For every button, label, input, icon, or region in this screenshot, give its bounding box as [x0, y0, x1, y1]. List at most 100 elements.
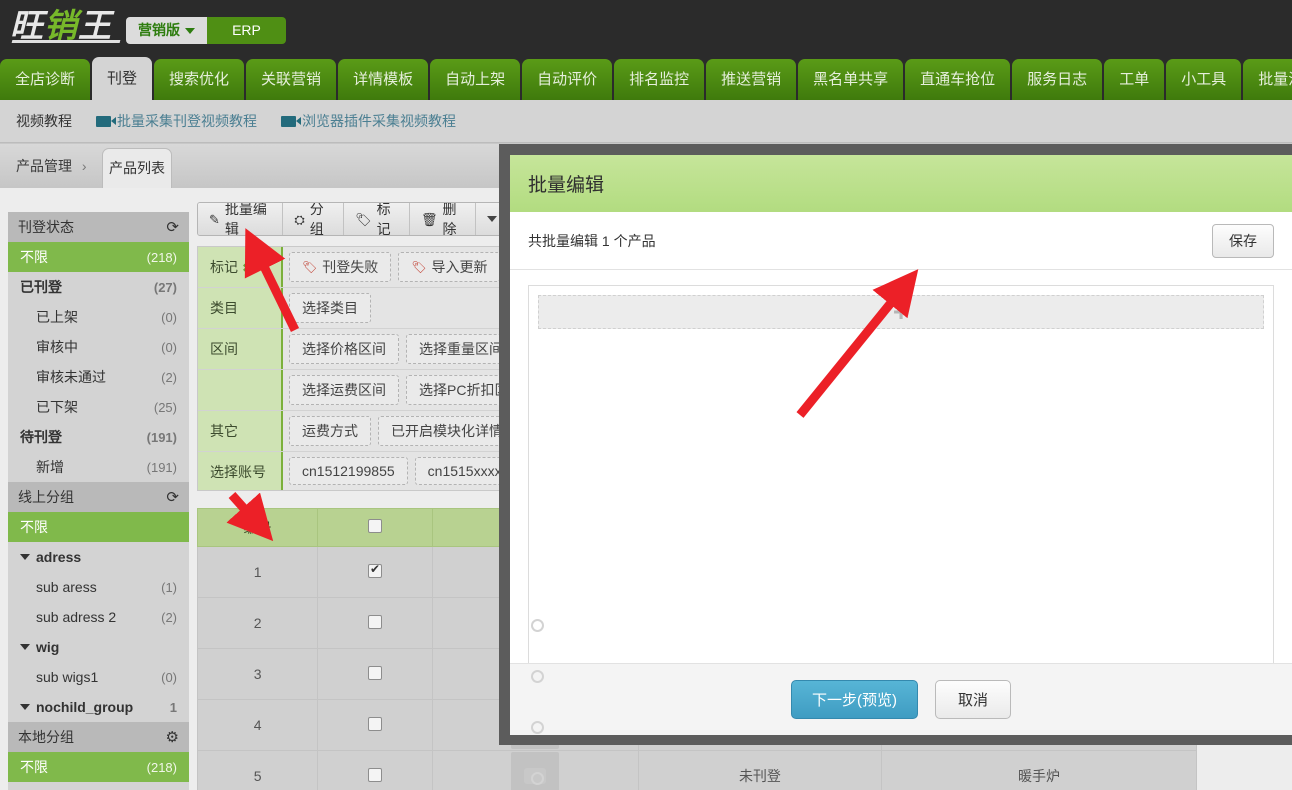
sidebar-item-0-6[interactable]: 待刊登 (191): [8, 422, 189, 452]
toolbar-button-3[interactable]: 🗑 删除: [410, 203, 476, 235]
row-number: 3: [196, 648, 319, 700]
nav-tab-5[interactable]: 自动上架: [430, 59, 521, 100]
version-switcher[interactable]: 营销版: [126, 17, 207, 44]
filter-chip-5-0[interactable]: cn1512199855: [289, 457, 408, 485]
page-tab-product-list[interactable]: 产品列表: [102, 148, 172, 188]
nav-tab-8[interactable]: 推送营销: [706, 59, 797, 100]
caret-down-icon[interactable]: [20, 704, 30, 710]
nav-tab-10[interactable]: 直通车抢位: [905, 59, 1011, 100]
nav-tab-9[interactable]: 黑名单共享: [798, 59, 904, 100]
toolbar-button-label: 删除: [442, 202, 457, 236]
sidebar-item-1-3[interactable]: sub adress 2 (2): [8, 602, 189, 632]
nav-tab-7[interactable]: 排名监控: [614, 59, 705, 100]
sidebar-item-1-0[interactable]: 不限: [8, 512, 189, 542]
sidebar-item-1-2[interactable]: sub aress (1): [8, 572, 189, 602]
sidebar-item-1-6[interactable]: nochild_group 1: [8, 692, 189, 722]
row-select-checkbox[interactable]: [367, 716, 382, 731]
sidebar-item-label: adress: [36, 549, 82, 565]
app-header: 旺销王 营销版 ERP 全店诊断 刊登 搜索优化 关联营销 详情模板 自动上架 自动评价 排名…: [0, 0, 1292, 100]
filter-chip-label: 运费方式: [302, 423, 358, 439]
tutorial-link-1[interactable]: 批量采集刊登视频教程: [96, 111, 257, 131]
filter-chip-0-1[interactable]: 🏷 导入更新: [398, 252, 501, 282]
sidebar-item-label: nochild_group: [36, 699, 134, 715]
filter-chip-2-0[interactable]: 选择价格区间: [289, 334, 399, 364]
sidebar-item-0-1[interactable]: 已刊登 (27): [8, 272, 189, 302]
sidebar-item-1-5[interactable]: sub wigs1 (0): [8, 662, 189, 692]
sidebar: 刊登状态 ⟳ 不限 (218) 已刊登 (27) 已上架 (0) 审核中 (0) 审核未通过 (2) 已…: [8, 212, 189, 790]
add-edit-rule-button[interactable]: +: [538, 295, 1264, 329]
erp-button[interactable]: ERP: [207, 17, 286, 44]
row-select-checkbox[interactable]: [367, 767, 382, 782]
filter-chip-label: cn1512199855: [302, 463, 395, 479]
nav-tab-2[interactable]: 搜索优化: [154, 59, 245, 100]
sidebar-item-0-0[interactable]: 不限 (218): [8, 242, 189, 272]
filter-label-text: 类目: [210, 300, 238, 316]
filter-chip-0-0[interactable]: 🏷 刊登失败: [289, 252, 392, 282]
nav-tab-1[interactable]: 刊登: [92, 57, 153, 100]
nav-tab-11[interactable]: 服务日志: [1012, 59, 1103, 100]
nav-tab-3[interactable]: 关联营销: [246, 59, 337, 100]
filter-chip-4-0[interactable]: 运费方式: [289, 416, 371, 446]
row-select-checkbox[interactable]: [367, 614, 382, 629]
filter-chip-label: 已开启模块化详情: [391, 423, 503, 439]
toolbar-button-2[interactable]: 🏷 标记: [344, 203, 411, 235]
sidebar-item-0-2[interactable]: 已上架 (0): [8, 302, 189, 332]
breadcrumb: 产品管理 ›: [16, 156, 93, 176]
logo-underline: [11, 40, 121, 43]
sidebar-item-0-4[interactable]: 审核未通过 (2): [8, 362, 189, 392]
row-select-checkbox[interactable]: [367, 665, 382, 680]
nav-tab-0[interactable]: 全店诊断: [0, 59, 91, 100]
sidebar-item-label: sub adress 2: [36, 609, 117, 625]
breadcrumb-root[interactable]: 产品管理: [16, 158, 72, 174]
sidebar-item-0-7[interactable]: 新增 (191): [8, 452, 189, 482]
sidebar-item-count: (0): [161, 309, 177, 325]
nav-tab-4[interactable]: 详情模板: [338, 59, 429, 100]
sidebar-item-2-0[interactable]: 不限 (218): [8, 752, 189, 782]
sidebar-item-count: (218): [146, 759, 177, 775]
filter-label-text: 其它: [210, 423, 238, 439]
sidebar-item-label: 待刊登: [20, 429, 62, 445]
toolbar-button-1[interactable]: ⛭ 分组: [283, 203, 345, 235]
sidebar-item-0-3[interactable]: 审核中 (0): [8, 332, 189, 362]
nav-tab-12[interactable]: 工单: [1104, 59, 1165, 100]
sidebar-section-header-1: 线上分组 ⟳: [8, 482, 189, 512]
filter-chip-label: 选择价格区间: [302, 341, 386, 357]
nav-tab-13[interactable]: 小工具: [1166, 59, 1242, 100]
sidebar-item-count: 1: [169, 699, 177, 715]
row-select-checkbox[interactable]: [367, 562, 382, 578]
sidebar-section-title: 刊登状态: [18, 219, 74, 235]
sidebar-item-label: 已刊登: [20, 279, 62, 295]
sidebar-section-header-2: 本地分组 ⚙: [8, 722, 189, 752]
caret-down-icon[interactable]: [20, 554, 30, 560]
sidebar-item-count: (191): [146, 429, 177, 445]
gear-icon[interactable]: ⚙: [166, 728, 179, 746]
refresh-icon[interactable]: ⟳: [166, 218, 179, 236]
video-icon: [281, 115, 301, 127]
table-row[interactable]: 5 未刊登 暖手炉: [196, 750, 1197, 790]
filter-chip-1-0[interactable]: 选择类目: [289, 293, 371, 323]
sidebar-item-count: (0): [161, 339, 177, 355]
nav-tab-6[interactable]: 自动评价: [522, 59, 613, 100]
filter-row-label-4: 其它: [198, 411, 283, 451]
filter-chip-4-1[interactable]: 已开启模块化详情: [378, 416, 516, 446]
next-preview-button[interactable]: 下一步(预览): [790, 680, 918, 719]
sidebar-item-1-1[interactable]: adress: [8, 542, 189, 572]
tutorial-label: 视频教程: [16, 113, 72, 129]
toolbar-button-0[interactable]: ✎ 批量编辑: [198, 203, 284, 235]
sidebar-item-count: (27): [153, 279, 177, 295]
sidebar-item-0-5[interactable]: 已下架 (25): [8, 392, 189, 422]
tutorial-link-2[interactable]: 浏览器插件采集视频教程: [281, 111, 456, 131]
filter-label-text: 选择账号: [210, 464, 266, 480]
save-button[interactable]: 保存: [1212, 223, 1274, 258]
caret-down-icon[interactable]: [20, 644, 30, 650]
sidebar-item-label: 审核中: [36, 339, 78, 355]
sidebar-item-label: sub aress: [36, 579, 97, 595]
select-all-checkbox[interactable]: [367, 519, 382, 533]
row-checkbox-cell: [317, 750, 433, 790]
nav-tab-14[interactable]: 批量活动: [1243, 59, 1292, 100]
refresh-icon[interactable]: ⟳: [166, 488, 179, 506]
cancel-button[interactable]: 取消: [934, 680, 1011, 719]
sidebar-item-1-4[interactable]: wig: [8, 632, 189, 662]
filter-clear-icon[interactable]: ✖: [242, 261, 252, 275]
filter-chip-3-0[interactable]: 选择运费区间: [289, 375, 399, 405]
